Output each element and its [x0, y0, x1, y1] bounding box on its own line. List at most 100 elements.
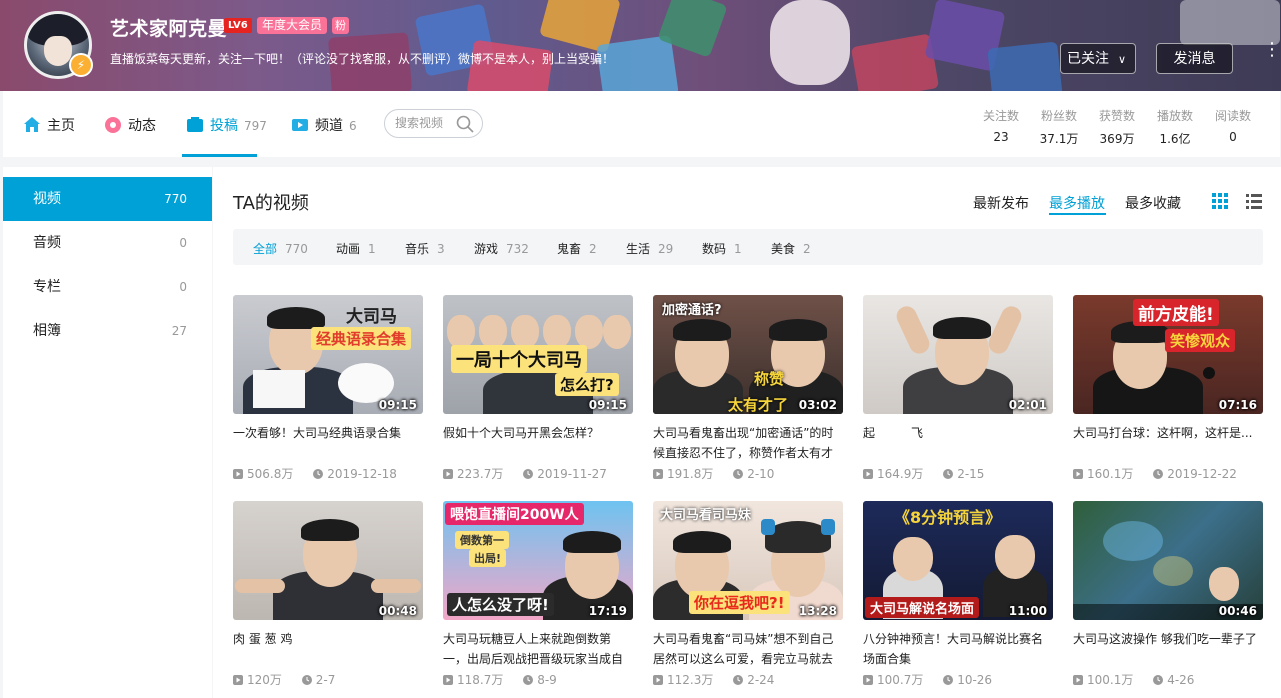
video-thumbnail[interactable]: 大司马看司马妹 你在逗我吧?! 13:28	[653, 501, 843, 620]
sort-latest[interactable]: 最新发布	[973, 193, 1029, 213]
vip-badge[interactable]: 年度大会员	[257, 17, 328, 34]
upload-date: 4-26	[1167, 673, 1195, 687]
sidebar-item-audio[interactable]: 音频 0	[3, 221, 212, 265]
clock-icon	[523, 469, 534, 479]
thumb-figure	[575, 315, 603, 349]
tab-contribute[interactable]: 投稿 797	[186, 115, 267, 135]
stat-following[interactable]: 关注数 23	[971, 107, 1031, 144]
video-card[interactable]: 前方皮能! 笑惨观众 07:16 大司马打台球：这杆啊，这杆是... 160.1…	[1073, 295, 1263, 485]
video-thumbnail[interactable]: 00:48	[233, 501, 423, 620]
fan-badge[interactable]: 粉	[332, 17, 349, 34]
video-card[interactable]: 《8分钟预言》 大司马解说名场面 11:00 八分钟神预言！大司马解说比赛名场面…	[863, 501, 1053, 691]
filter-label: 数码	[702, 242, 727, 256]
video-thumbnail[interactable]: 00:46	[1073, 501, 1263, 620]
thumb-figure	[995, 535, 1035, 579]
video-thumbnail[interactable]: 02:01	[863, 295, 1053, 414]
sidebar-item-count: 0	[179, 236, 187, 250]
level-badge: LV6	[224, 18, 252, 33]
thumb-figure	[673, 531, 731, 553]
filter-animation[interactable]: 动画 1	[336, 240, 376, 257]
sort-most-played[interactable]: 最多播放	[1049, 193, 1105, 213]
video-thumbnail[interactable]: 一局十个大司马 怎么打? 09:15	[443, 295, 633, 414]
video-title[interactable]: 一次看够！大司马经典语录合集	[233, 423, 423, 443]
video-meta: 120万 2-7	[233, 671, 423, 688]
follow-label: 已关注	[1067, 51, 1109, 67]
thumb-figure	[267, 307, 325, 329]
tab-contribute-label: 投稿	[210, 118, 238, 134]
thumb-text: 大司马看司马妹	[660, 508, 752, 523]
video-card[interactable]: 00:48 肉 蛋 葱 鸡 120万 2-7	[233, 501, 423, 691]
message-button[interactable]: 发消息	[1156, 43, 1233, 74]
tab-channel[interactable]: 频道 6	[291, 115, 357, 135]
list-view-icon[interactable]	[1246, 193, 1262, 209]
filter-kichiku[interactable]: 鬼畜 2	[557, 240, 597, 257]
filter-digital[interactable]: 数码 1	[702, 240, 742, 257]
sidebar-item-video[interactable]: 视频 770	[3, 177, 212, 221]
play-count-icon	[863, 469, 873, 479]
filter-game[interactable]: 游戏 732	[474, 240, 529, 257]
video-title[interactable]: 大司马玩糖豆人上来就跑倒数第一，出局后观战把晋级玩家当成自	[443, 629, 633, 669]
home-icon	[24, 117, 40, 132]
video-card[interactable]: 大司马 经典语录合集 09:15 一次看够！大司马经典语录合集 506.8万 2…	[233, 295, 423, 485]
video-card[interactable]: 大司马看司马妹 你在逗我吧?! 13:28 大司马看鬼畜“司马妹”想不到自己居然…	[653, 501, 843, 691]
video-thumbnail[interactable]: 喂饱直播间200W人 倒数第一 出局! 人怎么没了呀! 17:19	[443, 501, 633, 620]
filter-count: 2	[589, 242, 597, 256]
sidebar-item-article[interactable]: 专栏 0	[3, 265, 212, 309]
video-title[interactable]: 大司马打台球：这杆啊，这杆是...	[1073, 423, 1263, 443]
lightning-icon: ⚡	[69, 53, 93, 77]
upload-date: 2-15	[957, 467, 985, 481]
video-thumbnail[interactable]: 加密通话? 称赞 太有才了 03:02	[653, 295, 843, 414]
thumb-text: 一局十个大司马	[451, 345, 587, 373]
video-card[interactable]: 喂饱直播间200W人 倒数第一 出局! 人怎么没了呀! 17:19 大司马玩糖豆…	[443, 501, 633, 691]
filter-count: 29	[658, 242, 674, 256]
upload-date: 2019-12-18	[327, 467, 397, 481]
video-thumbnail[interactable]: 前方皮能! 笑惨观众 07:16	[1073, 295, 1263, 414]
filter-label: 动画	[336, 242, 361, 256]
video-title[interactable]: 大司马看鬼畜出现“加密通话”的时候直接忍不住了，称赞作者太有才	[653, 423, 843, 463]
tab-home[interactable]: 主页	[23, 115, 75, 135]
thumb-text: 喂饱直播间200W人	[445, 503, 584, 525]
sidebar-item-count: 27	[171, 324, 187, 338]
video-meta: 112.3万 2-24	[653, 671, 843, 688]
thumb-text: 大司马	[346, 307, 397, 327]
grid-view-icon[interactable]	[1212, 193, 1228, 209]
video-title[interactable]: 肉 蛋 葱 鸡	[233, 629, 423, 649]
video-title[interactable]: 大司马看鬼畜“司马妹”想不到自己居然可以这么可爱，看完立马就去	[653, 629, 843, 669]
video-thumbnail[interactable]: 《8分钟预言》 大司马解说名场面 11:00	[863, 501, 1053, 620]
video-title[interactable]: 大司马这波操作 够我们吃一辈子了	[1073, 629, 1263, 649]
video-card[interactable]: 00:46 大司马这波操作 够我们吃一辈子了 100.1万 4-26	[1073, 501, 1263, 691]
video-title[interactable]: 起 飞	[863, 423, 1053, 443]
filter-all[interactable]: 全部 770	[253, 240, 308, 257]
video-card[interactable]: 02:01 起 飞 164.9万 2-15	[863, 295, 1053, 485]
video-meta: 191.8万 2-10	[653, 465, 843, 482]
stat-label: 获赞数	[1098, 109, 1135, 123]
upload-date: 2-24	[747, 673, 775, 687]
clock-icon	[301, 675, 312, 685]
sidebar-item-album[interactable]: 相簿 27	[3, 309, 212, 353]
upload-date: 8-9	[537, 673, 557, 687]
video-card[interactable]: 加密通话? 称赞 太有才了 03:02 大司马看鬼畜出现“加密通话”的时候直接忍…	[653, 295, 843, 485]
filter-count: 732	[506, 242, 529, 256]
search-icon[interactable]	[456, 115, 474, 133]
video-search-input[interactable]: 搜索视频	[384, 109, 483, 138]
video-card[interactable]: 一局十个大司马 怎么打? 09:15 假如十个大司马开黑会怎样？ 223.7万 …	[443, 295, 633, 485]
tab-dynamic[interactable]: 动态	[104, 115, 156, 135]
more-icon[interactable]: ⋮	[1263, 41, 1281, 59]
filter-label: 生活	[626, 242, 651, 256]
filter-music[interactable]: 音乐 3	[405, 240, 445, 257]
filter-food[interactable]: 美食 2	[771, 240, 811, 257]
sort-most-favorited[interactable]: 最多收藏	[1125, 193, 1181, 213]
thumb-headphone	[821, 519, 835, 535]
video-title[interactable]: 假如十个大司马开黑会怎样？	[443, 423, 633, 443]
video-duration: 00:46	[1218, 604, 1257, 618]
filter-life[interactable]: 生活 29	[626, 240, 673, 257]
video-title[interactable]: 八分钟神预言！大司马解说比赛名场面合集	[863, 629, 1053, 669]
thumb-rice-bowl	[338, 363, 394, 403]
video-thumbnail[interactable]: 大司马 经典语录合集 09:15	[233, 295, 423, 414]
thumb-ball	[1203, 367, 1215, 379]
video-duration: 00:48	[378, 604, 417, 618]
play-count-icon	[653, 469, 663, 479]
user-sign: 直播饭菜每天更新，关注一下吧！（评论没了找客服，从不删评）微博不是本人，别上当受…	[110, 52, 615, 66]
follow-button[interactable]: 已关注 ∨	[1060, 43, 1136, 74]
stat-followers[interactable]: 粉丝数 37.1万	[1029, 107, 1089, 147]
